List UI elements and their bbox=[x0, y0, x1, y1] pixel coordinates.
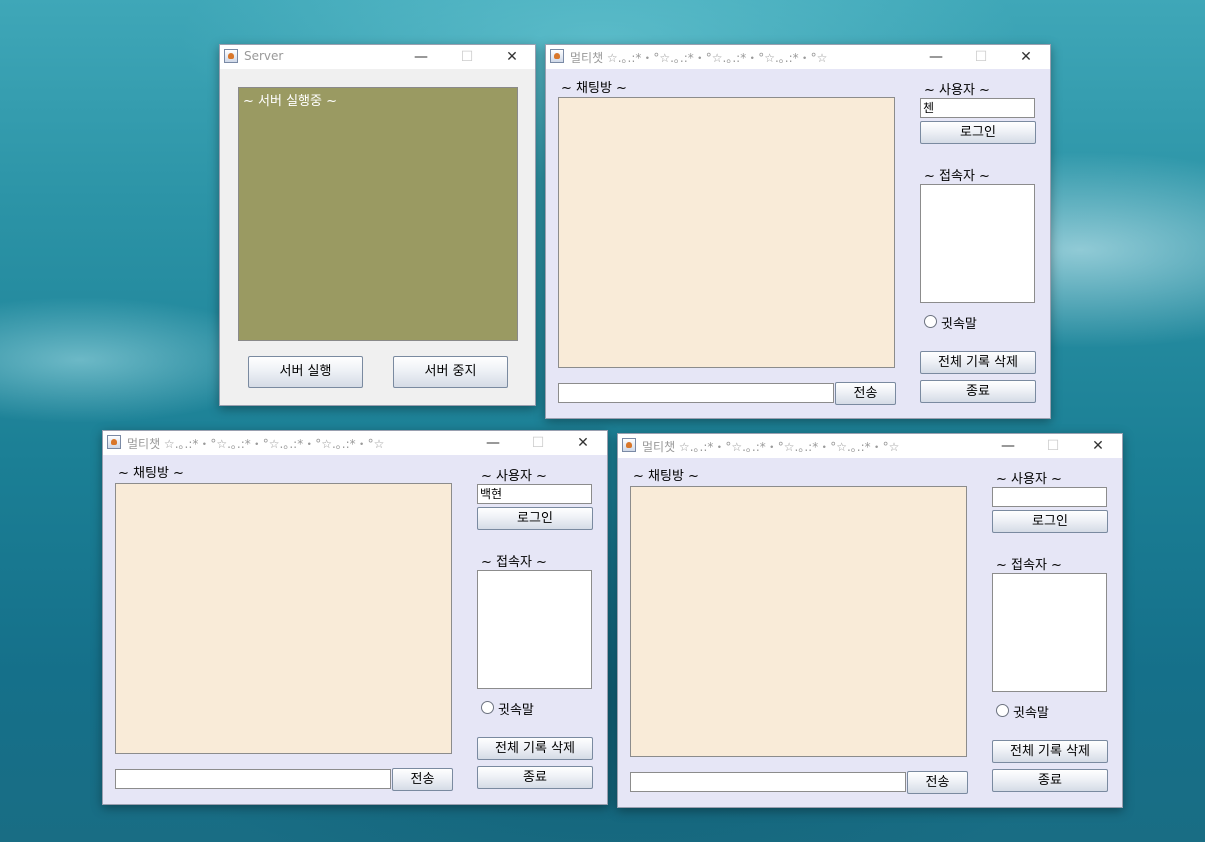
whisper-radio[interactable] bbox=[996, 704, 1009, 717]
exit-button[interactable]: 종료 bbox=[992, 769, 1108, 792]
clear-history-button[interactable]: 전체 기록 삭제 bbox=[920, 351, 1036, 374]
clear-history-button[interactable]: 전체 기록 삭제 bbox=[992, 740, 1108, 763]
message-input[interactable] bbox=[630, 772, 906, 792]
chat-area[interactable] bbox=[558, 97, 895, 368]
exit-button[interactable]: 종료 bbox=[920, 380, 1036, 403]
chat-window: 멀티챗 ☆.｡.:*・°☆.｡.:*・°☆.｡.:*・°☆.｡.:*・°☆ — … bbox=[545, 44, 1051, 419]
close-icon[interactable]: ✕ bbox=[1003, 45, 1049, 69]
username-input[interactable]: 첸 bbox=[920, 98, 1035, 118]
username-input[interactable]: 백현 bbox=[477, 484, 592, 504]
username-input[interactable] bbox=[992, 487, 1107, 507]
minimize-icon[interactable]: — bbox=[913, 45, 959, 69]
window-title: 멀티챗 ☆.｡.:*・°☆.｡.:*・°☆.｡.:*・°☆.｡.:*・°☆ bbox=[570, 51, 828, 65]
maximize-icon[interactable]: ☐ bbox=[444, 45, 490, 69]
server-log-text: ~ 서버 실행중 ~ bbox=[243, 94, 337, 109]
clear-history-button[interactable]: 전체 기록 삭제 bbox=[477, 737, 593, 760]
login-button[interactable]: 로그인 bbox=[477, 507, 593, 530]
chat-room-label: ~ 채팅방 ~ bbox=[118, 466, 184, 481]
java-app-icon bbox=[107, 435, 121, 449]
window-title: 멀티챗 ☆.｡.:*・°☆.｡.:*・°☆.｡.:*・°☆.｡.:*・°☆ bbox=[642, 440, 900, 454]
chat-area[interactable] bbox=[115, 483, 452, 754]
exit-button[interactable]: 종료 bbox=[477, 766, 593, 789]
login-button[interactable]: 로그인 bbox=[920, 121, 1036, 144]
chat-titlebar[interactable]: 멀티챗 ☆.｡.:*・°☆.｡.:*・°☆.｡.:*・°☆.｡.:*・°☆ — … bbox=[546, 45, 1050, 69]
close-icon[interactable]: ✕ bbox=[560, 431, 606, 455]
java-app-icon bbox=[550, 49, 564, 63]
message-input[interactable] bbox=[558, 383, 834, 403]
chat-window: 멀티챗 ☆.｡.:*・°☆.｡.:*・°☆.｡.:*・°☆.｡.:*・°☆ — … bbox=[617, 433, 1123, 808]
login-button[interactable]: 로그인 bbox=[992, 510, 1108, 533]
minimize-icon[interactable]: — bbox=[985, 434, 1031, 458]
whisper-radio[interactable] bbox=[924, 315, 937, 328]
chat-area[interactable] bbox=[630, 486, 967, 757]
close-icon[interactable]: ✕ bbox=[489, 45, 535, 69]
chat-window: 멀티챗 ☆.｡.:*・°☆.｡.:*・°☆.｡.:*・°☆.｡.:*・°☆ — … bbox=[102, 430, 608, 805]
whisper-label: 귓속말 bbox=[498, 703, 534, 718]
server-window: Server — ☐ ✕ ~ 서버 실행중 ~ 서버 실행 서버 중지 bbox=[219, 44, 536, 406]
chat-titlebar[interactable]: 멀티챗 ☆.｡.:*・°☆.｡.:*・°☆.｡.:*・°☆.｡.:*・°☆ — … bbox=[103, 431, 607, 455]
connected-users-label: ~ 접속자 ~ bbox=[996, 558, 1062, 573]
send-button[interactable]: 전송 bbox=[907, 771, 968, 794]
window-title: Server bbox=[244, 49, 284, 63]
start-server-button[interactable]: 서버 실행 bbox=[248, 356, 363, 388]
close-icon[interactable]: ✕ bbox=[1075, 434, 1121, 458]
connected-users-list[interactable] bbox=[920, 184, 1035, 303]
chat-room-label: ~ 채팅방 ~ bbox=[633, 469, 699, 484]
user-label: ~ 사용자 ~ bbox=[924, 83, 990, 98]
minimize-icon[interactable]: — bbox=[398, 45, 444, 69]
whisper-label: 귓속말 bbox=[1013, 706, 1049, 721]
connected-users-label: ~ 접속자 ~ bbox=[481, 555, 547, 570]
java-app-icon bbox=[224, 49, 238, 63]
server-log-area[interactable]: ~ 서버 실행중 ~ bbox=[238, 87, 518, 341]
maximize-icon[interactable]: ☐ bbox=[958, 45, 1004, 69]
chat-room-label: ~ 채팅방 ~ bbox=[561, 81, 627, 96]
stop-server-button[interactable]: 서버 중지 bbox=[393, 356, 508, 388]
chat-titlebar[interactable]: 멀티챗 ☆.｡.:*・°☆.｡.:*・°☆.｡.:*・°☆.｡.:*・°☆ — … bbox=[618, 434, 1122, 458]
send-button[interactable]: 전송 bbox=[835, 382, 896, 405]
user-label: ~ 사용자 ~ bbox=[481, 469, 547, 484]
user-label: ~ 사용자 ~ bbox=[996, 472, 1062, 487]
connected-users-list[interactable] bbox=[992, 573, 1107, 692]
connected-users-list[interactable] bbox=[477, 570, 592, 689]
minimize-icon[interactable]: — bbox=[470, 431, 516, 455]
maximize-icon[interactable]: ☐ bbox=[515, 431, 561, 455]
window-title: 멀티챗 ☆.｡.:*・°☆.｡.:*・°☆.｡.:*・°☆.｡.:*・°☆ bbox=[127, 437, 385, 451]
send-button[interactable]: 전송 bbox=[392, 768, 453, 791]
server-titlebar[interactable]: Server — ☐ ✕ bbox=[220, 45, 535, 69]
java-app-icon bbox=[622, 438, 636, 452]
connected-users-label: ~ 접속자 ~ bbox=[924, 169, 990, 184]
whisper-radio[interactable] bbox=[481, 701, 494, 714]
message-input[interactable] bbox=[115, 769, 391, 789]
whisper-label: 귓속말 bbox=[941, 317, 977, 332]
maximize-icon[interactable]: ☐ bbox=[1030, 434, 1076, 458]
